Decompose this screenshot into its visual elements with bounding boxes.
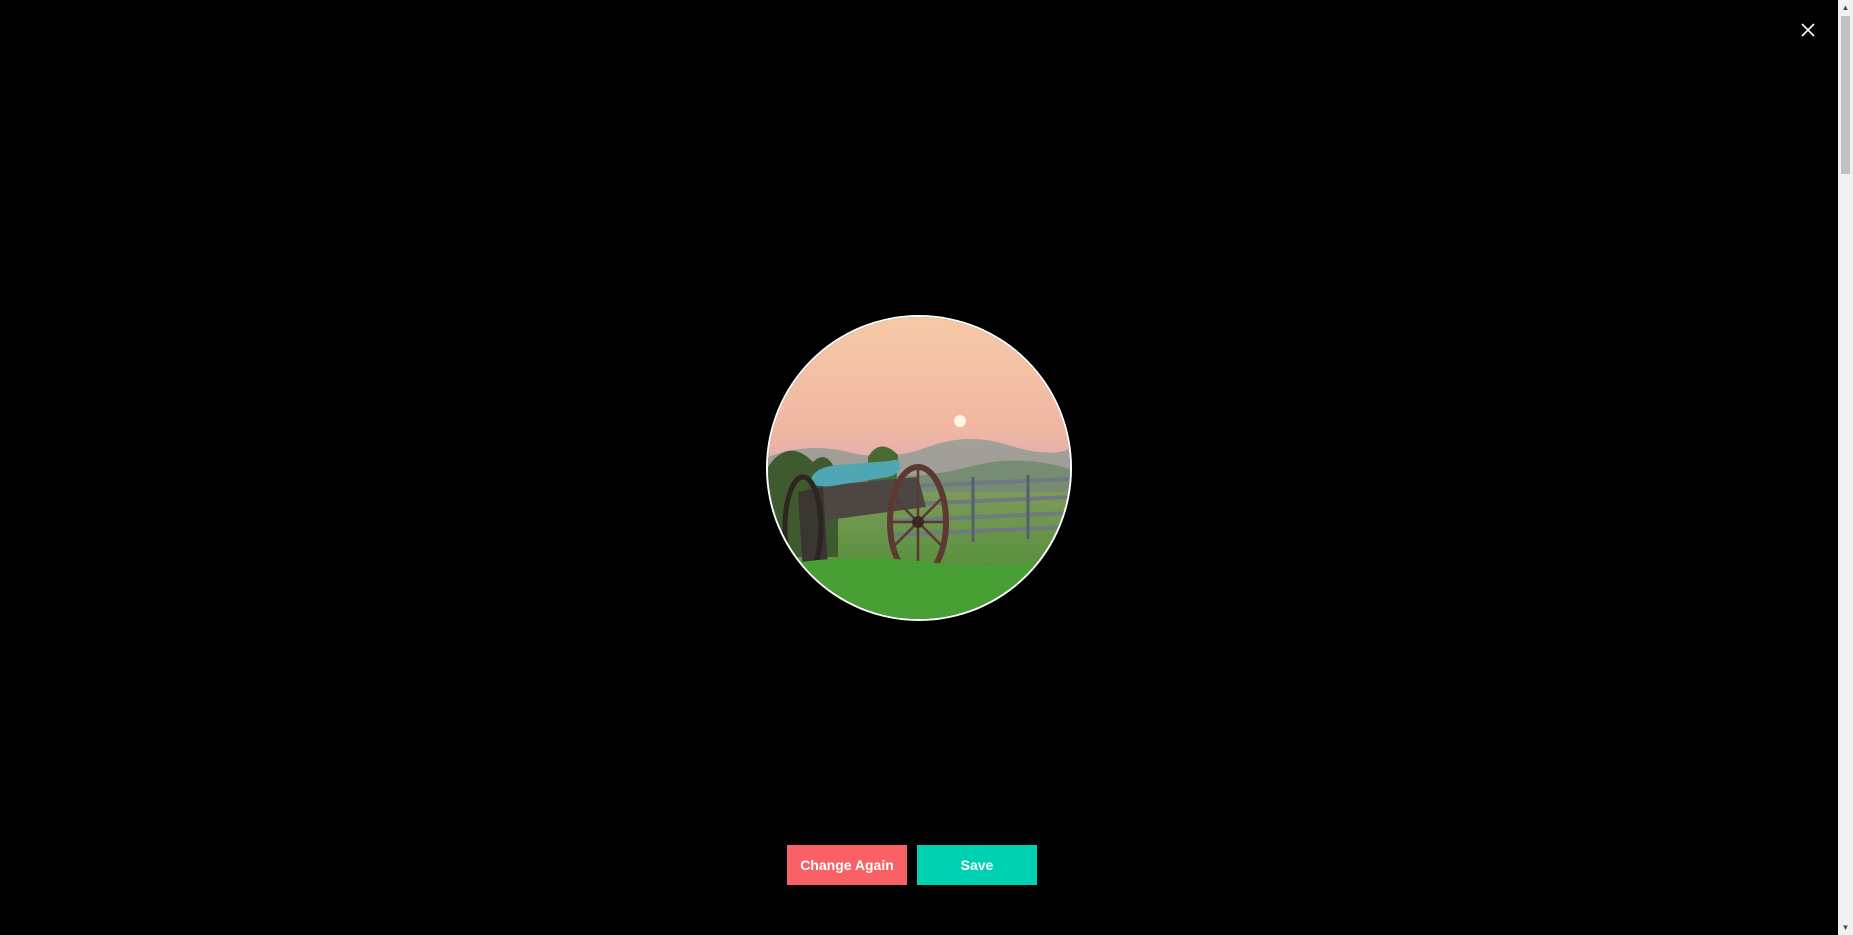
scroll-up-arrow-icon[interactable]: ▲ bbox=[1838, 0, 1853, 15]
avatar-crop-preview bbox=[768, 317, 1070, 619]
scroll-down-arrow-icon[interactable]: ▼ bbox=[1838, 920, 1853, 935]
photo-preview-overlay: Change Again Save bbox=[0, 0, 1838, 935]
close-button[interactable] bbox=[1794, 16, 1822, 44]
save-button[interactable]: Save bbox=[917, 845, 1037, 885]
change-again-button[interactable]: Change Again bbox=[787, 845, 907, 885]
cannon-landscape-image bbox=[768, 317, 1070, 619]
scrollbar-thumb[interactable] bbox=[1841, 16, 1850, 174]
vertical-scrollbar[interactable]: ▲ ▼ bbox=[1838, 0, 1853, 935]
preview-actions: Change Again Save bbox=[787, 845, 1037, 885]
close-icon bbox=[1801, 23, 1815, 37]
